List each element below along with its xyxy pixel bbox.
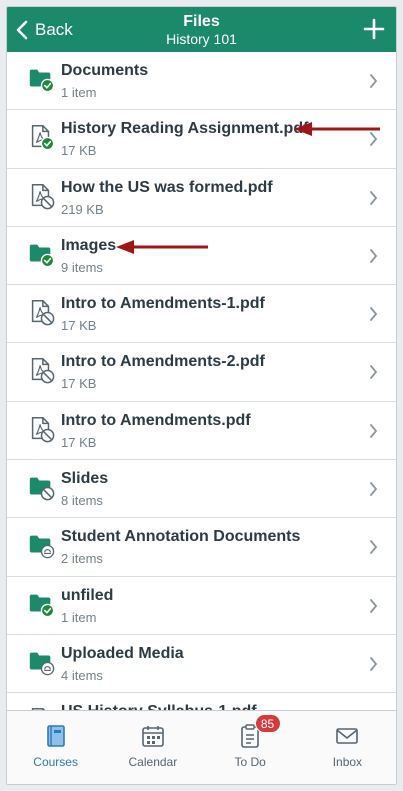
file-row[interactable]: unfiled 1 item (7, 577, 396, 635)
file-row[interactable]: History Reading Assignment.pdf 17 KB (7, 110, 396, 169)
pdf-file-unpublished-icon (31, 183, 55, 209)
folder-published-icon (29, 594, 55, 617)
tab-to-do[interactable]: To Do 85 (202, 711, 299, 784)
folder-published-icon (29, 69, 55, 93)
tab-label: Courses (33, 755, 78, 769)
file-meta: 8 items (61, 493, 103, 509)
file-meta: 219 KB (61, 201, 104, 217)
chevron-right-icon (370, 248, 378, 263)
file-name: History Reading Assignment.pdf (61, 120, 309, 138)
app-screen: Back Files History 101 Documents 1 item Hi… (6, 6, 397, 785)
tab-bar: Courses Calendar To Do 85 Inbox (7, 710, 396, 784)
chevron-right-icon (370, 132, 378, 147)
chevron-right-icon (370, 74, 378, 88)
file-name: unfiled (61, 586, 114, 604)
file-row[interactable]: How the US was formed.pdf 219 KB (7, 169, 396, 227)
file-meta: 2 items (61, 551, 103, 567)
file-name: Slides (61, 470, 109, 488)
chevron-right-icon (370, 423, 378, 438)
back-button-label: Back (35, 19, 73, 39)
file-meta: 1 item (61, 85, 97, 100)
courses-icon (46, 725, 65, 747)
chevron-left-icon (16, 20, 28, 39)
folder-restricted-icon (29, 536, 55, 559)
pdf-file-unpublished-icon (31, 300, 55, 326)
pdf-file-unpublished-icon (31, 416, 55, 443)
file-meta: 9 items (61, 259, 103, 275)
file-meta: 17 KB (61, 376, 97, 392)
chevron-right-icon (370, 598, 378, 613)
folder-unpublished-icon (29, 477, 55, 501)
tab-label: Calendar (128, 755, 178, 769)
tab-calendar[interactable]: Calendar (104, 711, 201, 784)
file-row[interactable]: Slides 8 items (7, 460, 396, 519)
folder-restricted-icon (29, 652, 55, 676)
tab-inbox[interactable]: Inbox (299, 711, 396, 784)
file-meta: 17 KB (61, 143, 97, 159)
chevron-right-icon (370, 657, 378, 671)
file-row[interactable]: Intro to Amendments.pdf 17 KB (7, 402, 396, 461)
file-row[interactable]: Documents 1 item (7, 52, 396, 111)
tab-courses[interactable]: Courses (7, 711, 104, 784)
file-meta: 4 items (61, 667, 103, 683)
todo-count-badge: 85 (254, 714, 281, 733)
file-row[interactable]: Student Annotation Documents 2 items (7, 518, 396, 577)
file-name: Intro to Amendments-1.pdf (61, 295, 265, 313)
calendar-icon (142, 726, 164, 747)
file-meta: 1 item (61, 609, 97, 625)
file-name: Uploaded Media (61, 644, 184, 662)
file-name: Student Annotation Documents (61, 528, 301, 546)
file-meta: 17 KB (61, 434, 97, 450)
file-name: Intro to Amendments-2.pdf (61, 353, 265, 371)
chevron-right-icon (370, 365, 378, 380)
back-button[interactable]: Back (15, 7, 73, 52)
file-name: Images (61, 236, 117, 254)
file-list: Documents 1 item History Reading Assignmen… (7, 52, 396, 712)
folder-published-icon (29, 244, 55, 268)
tab-label: To Do (234, 755, 266, 769)
chevron-right-icon (370, 307, 378, 322)
pdf-file-published-icon (31, 125, 55, 151)
file-row[interactable]: Intro to Amendments-1.pdf 17 KB (7, 285, 396, 344)
tab-label: Inbox (332, 755, 363, 769)
add-icon[interactable] (362, 17, 386, 41)
chevron-right-icon (370, 190, 378, 205)
inbox-icon (336, 728, 359, 744)
file-name: How the US was formed.pdf (61, 178, 273, 196)
file-meta: 17 KB (61, 318, 97, 334)
file-name: Intro to Amendments.pdf (61, 411, 251, 429)
chevron-right-icon (370, 540, 378, 555)
chevron-right-icon (370, 482, 378, 496)
file-row[interactable]: Intro to Amendments-2.pdf 17 KB (7, 343, 396, 402)
file-row[interactable]: Uploaded Media 4 items (7, 635, 396, 694)
file-name: Documents (61, 62, 149, 79)
file-row[interactable]: Images 9 items (7, 227, 396, 286)
pdf-file-unpublished-icon (31, 358, 55, 384)
navigation-bar: Back Files History 101 (7, 7, 396, 52)
